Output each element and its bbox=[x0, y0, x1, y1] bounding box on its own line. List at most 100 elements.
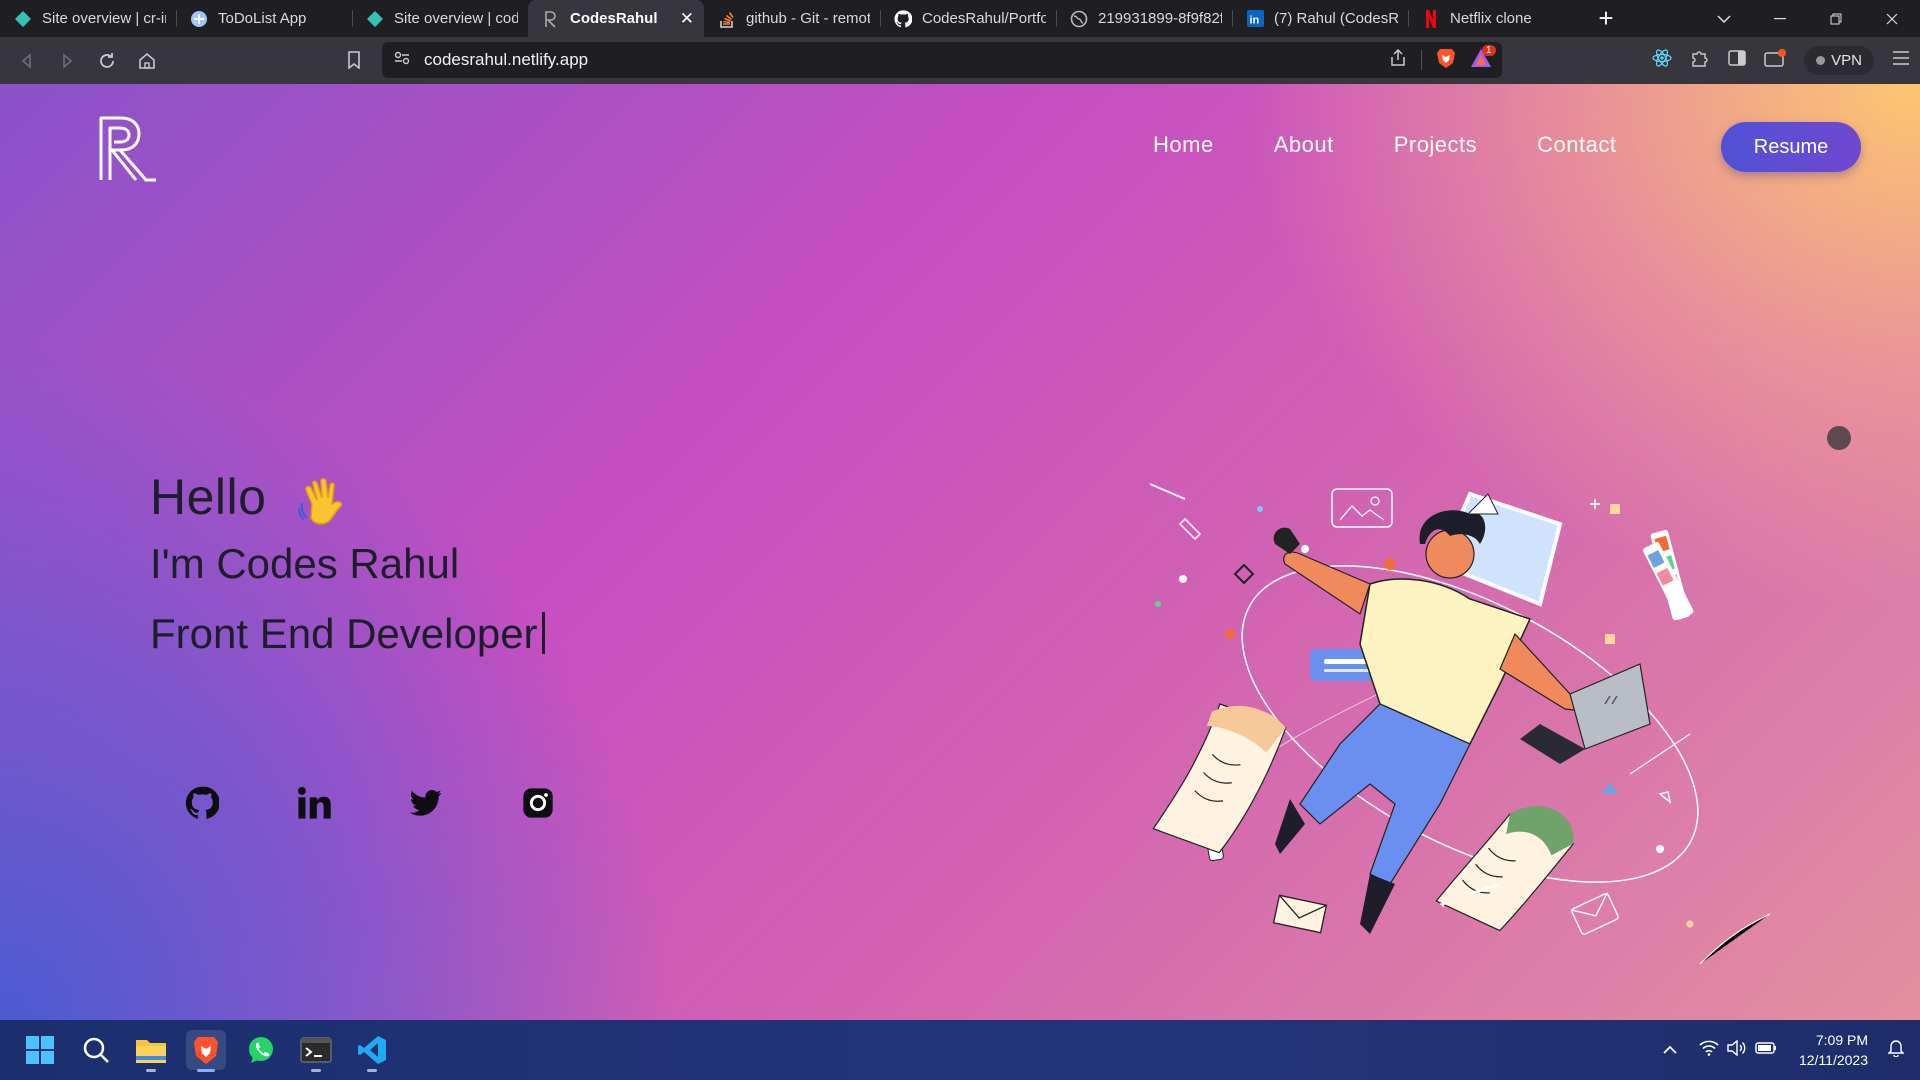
nav-about[interactable]: About bbox=[1274, 132, 1334, 158]
instagram-icon[interactable] bbox=[521, 786, 555, 820]
clock-time: 7:09 PM bbox=[1815, 1032, 1868, 1048]
clock[interactable]: 7:09 PM 12/11/2023 bbox=[1799, 1030, 1868, 1070]
running-indicator bbox=[146, 1069, 156, 1072]
main-nav: Home About Projects Contact bbox=[1153, 132, 1617, 158]
tab-git-remote[interactable]: github - Git - remot bbox=[704, 0, 880, 37]
tab-strip: Site overview | cr-in ToDoList App Site … bbox=[0, 0, 1920, 37]
tab-title: 219931899-8f9f82f bbox=[1098, 10, 1222, 27]
svg-text:in: in bbox=[1249, 15, 1259, 27]
linkedin-icon: in bbox=[1246, 10, 1264, 28]
windows-taskbar: 7:09 PM 12/11/2023 bbox=[0, 1020, 1920, 1080]
hello-heading: Hello bbox=[150, 469, 267, 525]
tab-title: Site overview | code bbox=[394, 10, 518, 27]
globe-icon bbox=[1070, 10, 1088, 28]
tab-title: ToDoList App bbox=[218, 10, 307, 27]
address-bar[interactable]: codesrahul.netlify.app 1 bbox=[382, 42, 1502, 78]
resume-button[interactable]: Resume bbox=[1721, 122, 1861, 172]
browser-toolbar: codesrahul.netlify.app 1 VPN bbox=[0, 37, 1920, 84]
toolbar-right: VPN bbox=[1652, 37, 1910, 84]
tab-todolist[interactable]: ToDoList App bbox=[176, 0, 352, 37]
sidebar-icon[interactable] bbox=[1728, 49, 1746, 72]
back-button[interactable] bbox=[7, 41, 47, 81]
search-icon[interactable] bbox=[76, 1030, 116, 1070]
tab-title: CodesRahul/Portfol bbox=[922, 10, 1046, 27]
share-icon[interactable] bbox=[1389, 48, 1407, 72]
system-tray: 7:09 PM 12/11/2023 bbox=[1663, 1020, 1920, 1080]
running-indicator bbox=[311, 1069, 321, 1072]
tab-title: Site overview | cr-in bbox=[42, 10, 166, 27]
codesrahul-icon bbox=[542, 10, 560, 28]
brave-browser-icon[interactable] bbox=[186, 1030, 226, 1072]
react-devtools-icon[interactable] bbox=[1652, 48, 1672, 73]
new-tab-button[interactable]: + bbox=[1584, 0, 1628, 37]
linkedin-icon[interactable] bbox=[297, 786, 331, 820]
site-settings-icon[interactable] bbox=[394, 51, 410, 70]
home-button[interactable] bbox=[127, 41, 167, 81]
brave-rewards-icon[interactable]: 1 bbox=[1470, 44, 1496, 73]
menu-icon[interactable] bbox=[1892, 51, 1910, 70]
window-controls bbox=[1696, 0, 1920, 37]
nav-projects[interactable]: Projects bbox=[1394, 132, 1477, 158]
tab-title: github - Git - remot bbox=[746, 10, 870, 27]
tab-title: CodesRahul bbox=[570, 10, 658, 27]
tab-site-overview-cr[interactable]: Site overview | cr-in bbox=[0, 0, 176, 37]
role-typing-text: Front End Developer bbox=[150, 610, 545, 658]
stackoverflow-icon bbox=[718, 10, 736, 28]
close-tab-icon[interactable]: ✕ bbox=[680, 9, 694, 29]
running-indicator bbox=[197, 1069, 215, 1072]
running-indicator bbox=[367, 1069, 377, 1072]
close-window-button[interactable] bbox=[1864, 0, 1920, 37]
restore-button[interactable] bbox=[1808, 0, 1864, 37]
forward-button[interactable] bbox=[47, 41, 87, 81]
github-icon[interactable] bbox=[185, 786, 219, 820]
codesrahul-logo-icon[interactable] bbox=[98, 114, 158, 182]
chevron-up-icon[interactable] bbox=[1663, 1041, 1677, 1059]
extensions-icon[interactable] bbox=[1690, 48, 1710, 73]
vpn-label: VPN bbox=[1831, 52, 1862, 69]
netflix-icon bbox=[1422, 9, 1440, 28]
file-explorer-icon[interactable] bbox=[131, 1030, 171, 1072]
volume-icon[interactable] bbox=[1727, 1039, 1747, 1061]
nav-home[interactable]: Home bbox=[1153, 132, 1214, 158]
cursor-follower-dot bbox=[1827, 426, 1851, 450]
tab-search-chevron-icon[interactable] bbox=[1696, 0, 1752, 37]
github-icon bbox=[894, 9, 912, 28]
tab-title: (7) Rahul (CodesRa bbox=[1274, 10, 1398, 27]
bookmark-icon[interactable] bbox=[334, 40, 374, 80]
vpn-button[interactable]: VPN bbox=[1804, 46, 1874, 75]
netlify-icon bbox=[14, 10, 32, 28]
tab-list: Site overview | cr-in ToDoList App Site … bbox=[0, 0, 1584, 37]
wifi-icon[interactable] bbox=[1699, 1040, 1719, 1061]
twitter-icon[interactable] bbox=[409, 786, 443, 820]
battery-icon[interactable] bbox=[1755, 1041, 1777, 1060]
notification-bell-icon[interactable] bbox=[1887, 1039, 1905, 1062]
social-links bbox=[185, 786, 555, 820]
globe-plus-icon bbox=[190, 10, 208, 28]
netlify-icon bbox=[366, 10, 384, 28]
minimize-button[interactable] bbox=[1752, 0, 1808, 37]
brave-shields-icon[interactable] bbox=[1436, 47, 1456, 74]
tab-image[interactable]: 219931899-8f9f82f bbox=[1056, 0, 1232, 37]
name-heading: I'm Codes Rahul bbox=[150, 540, 460, 587]
nav-contact[interactable]: Contact bbox=[1537, 132, 1616, 158]
windows-start-icon[interactable] bbox=[20, 1030, 60, 1070]
rewards-badge: 1 bbox=[1482, 44, 1496, 56]
reload-button[interactable] bbox=[87, 41, 127, 81]
tab-site-overview-code[interactable]: Site overview | code bbox=[352, 0, 528, 37]
tab-codesrahul[interactable]: CodesRahul ✕ bbox=[528, 0, 704, 37]
clock-date: 12/11/2023 bbox=[1798, 1052, 1868, 1068]
vscode-icon[interactable] bbox=[352, 1030, 392, 1072]
terminal-icon[interactable] bbox=[296, 1030, 336, 1072]
tab-title: Netflix clone bbox=[1450, 10, 1532, 27]
wallet-icon[interactable] bbox=[1764, 49, 1787, 72]
tab-github-portfolio[interactable]: CodesRahul/Portfol bbox=[880, 0, 1056, 37]
url-text[interactable]: codesrahul.netlify.app bbox=[424, 50, 588, 70]
tab-linkedin[interactable]: in (7) Rahul (CodesRa bbox=[1232, 0, 1408, 37]
waving-hand-icon bbox=[298, 478, 343, 525]
separator bbox=[1421, 50, 1422, 70]
tab-netflix[interactable]: Netflix clone bbox=[1408, 0, 1584, 37]
vpn-status-icon bbox=[1816, 56, 1826, 65]
portfolio-page: Home About Projects Contact Resume Hello… bbox=[0, 84, 1920, 1020]
developer-illustration bbox=[1149, 483, 1771, 964]
whatsapp-icon[interactable] bbox=[241, 1030, 281, 1070]
